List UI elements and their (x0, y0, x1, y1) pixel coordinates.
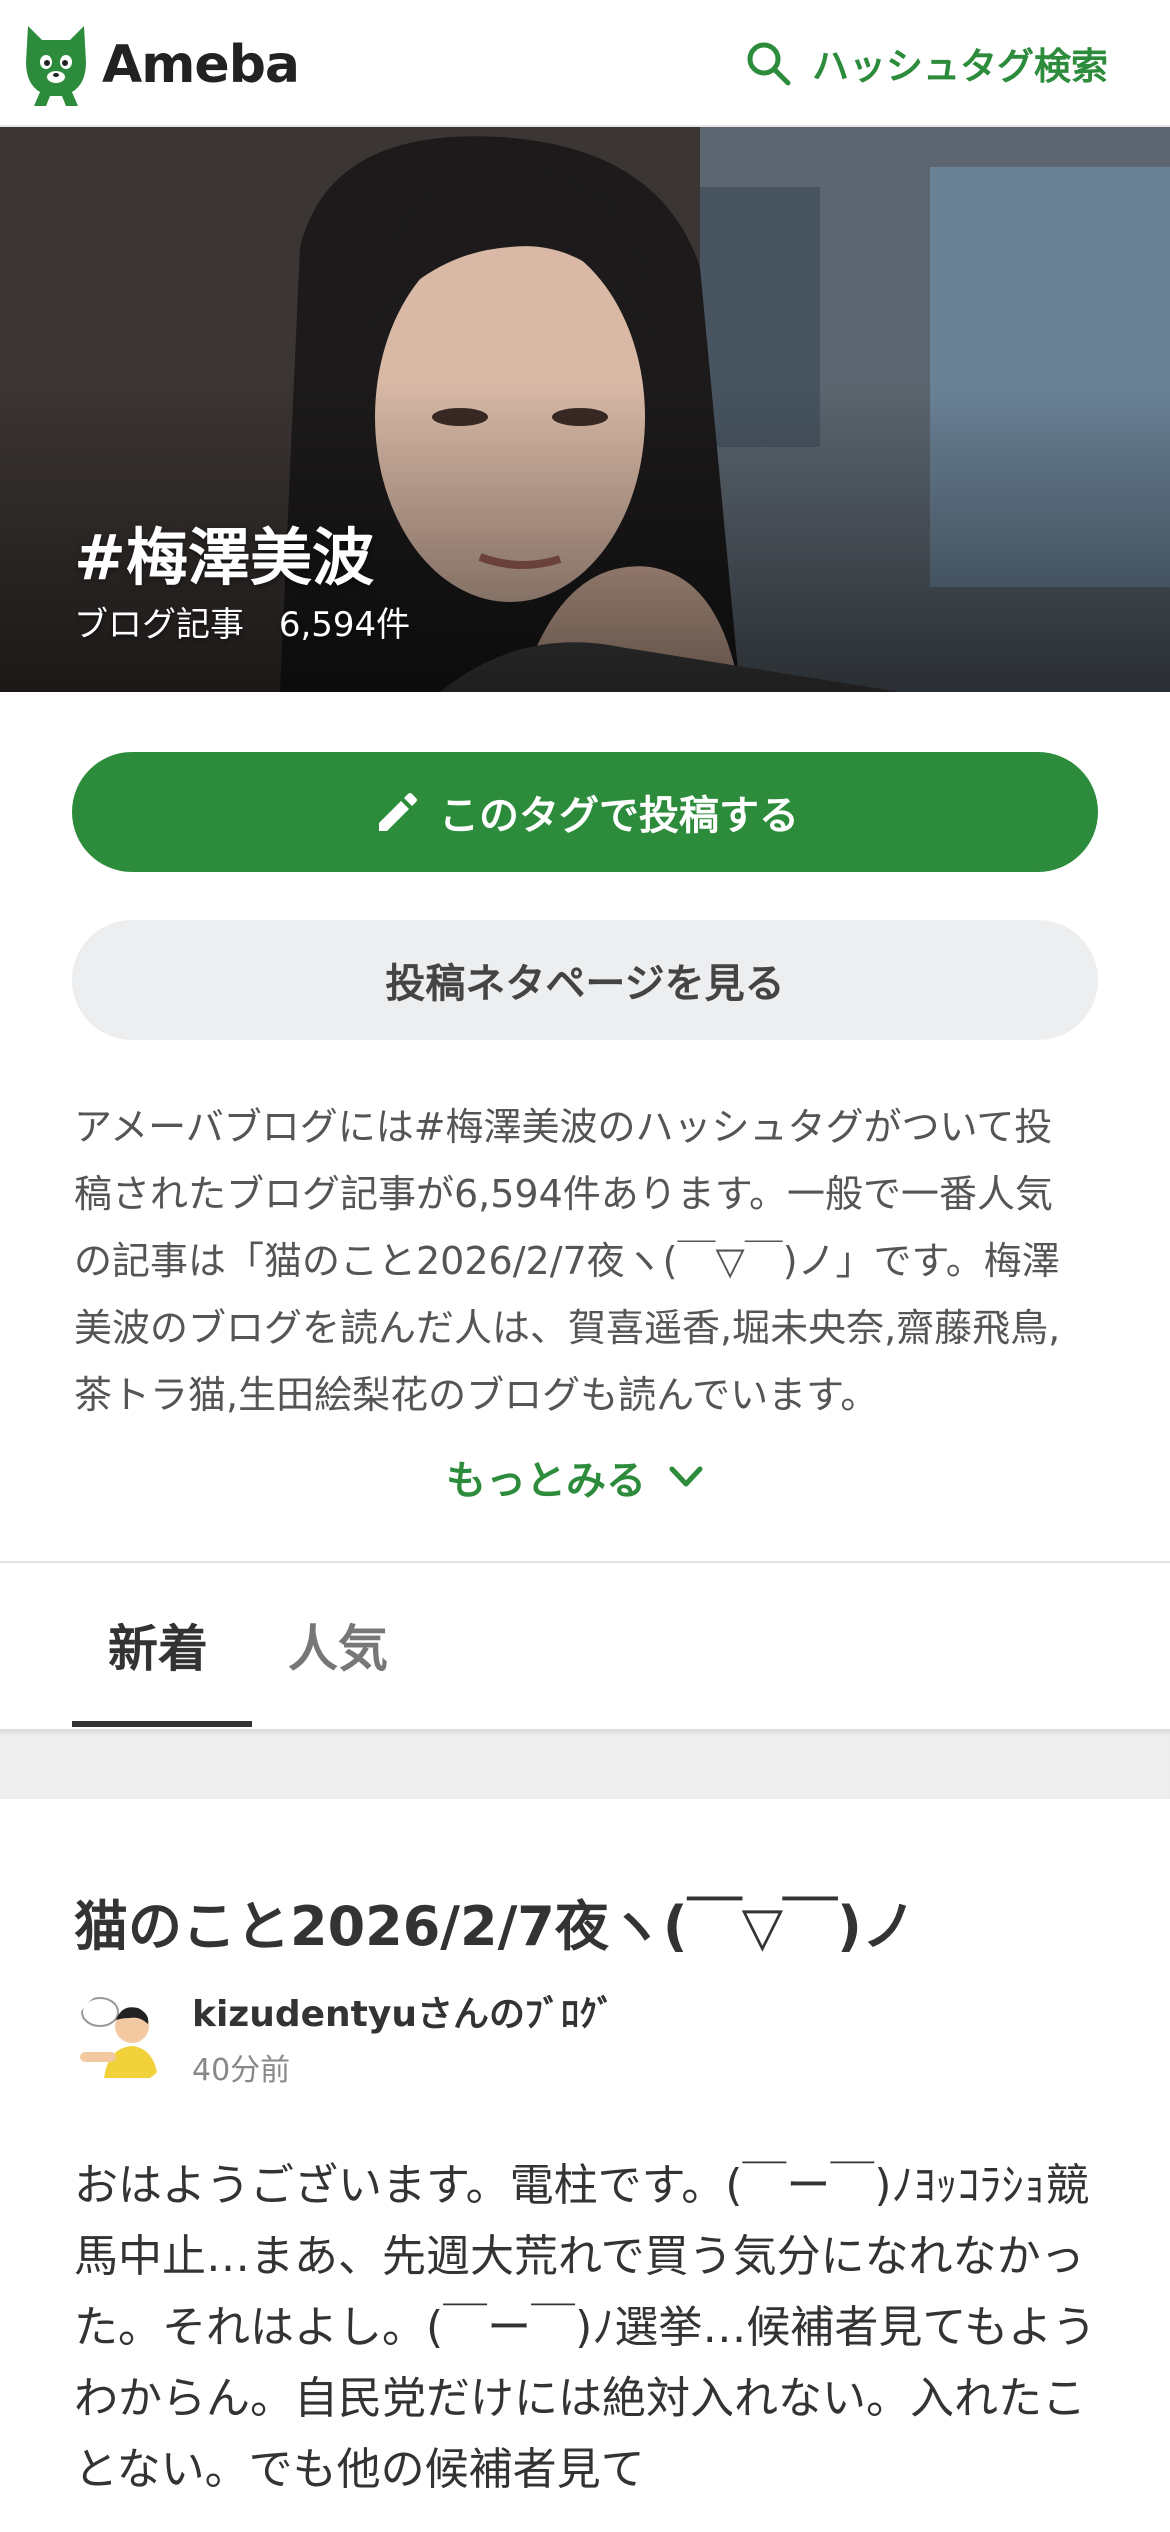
search-icon (747, 42, 791, 86)
tab-popular[interactable]: 人気 (288, 1609, 388, 1681)
post-with-tag-button[interactable]: このタグで投稿する (72, 752, 1098, 872)
show-more-label: もっとみる (446, 1458, 646, 1504)
article-count: ブログ記事 6,594件 (74, 597, 410, 646)
article-author[interactable]: kizudentyuさんのﾌﾞﾛｸﾞ 40分前 (74, 1985, 615, 2089)
section-divider (0, 1729, 1170, 1799)
author-meta: kizudentyuさんのﾌﾞﾛｸﾞ 40分前 (192, 1985, 615, 2089)
ameba-mascot-icon (26, 26, 86, 106)
author-name: kizudentyuさんのﾌﾞﾛｸﾞ (192, 1994, 615, 2035)
article-title[interactable]: 猫のこと2026/2/7夜ヽ(￣▽￣)ノ (74, 1882, 1104, 1961)
author-avatar (74, 1988, 172, 2086)
app-header: Ameba ハッシュタグ検索 (0, 0, 1170, 127)
hashtag-search-link[interactable]: ハッシュタグ検索 (744, 36, 1108, 90)
logo-text: Ameba (102, 35, 300, 95)
active-tab-indicator (72, 1721, 252, 1727)
hashtag-search-label: ハッシュタグ検索 (812, 45, 1108, 88)
tag-description: アメーバブログには#梅澤美波のハッシュタグがついて投稿されたブログ記事が6,59… (74, 1105, 1061, 1417)
show-more-button[interactable]: もっとみる (446, 1448, 706, 1506)
article-count-value: 6,594件 (278, 605, 411, 645)
view-topics-button[interactable]: 投稿ネタページを見る (72, 920, 1098, 1040)
tab-new[interactable]: 新着 (108, 1609, 208, 1681)
chevron-down-icon (669, 1466, 703, 1487)
pencil-icon (379, 793, 417, 831)
hashtag-title: #梅澤美波 (74, 521, 374, 594)
post-time: 40分前 (192, 2053, 291, 2088)
view-topics-label: 投稿ネタページを見る (385, 961, 785, 1007)
article-tabs: 新着 人気 (0, 1561, 1170, 1729)
excerpt-fade (930, 2465, 1170, 2532)
post-with-tag-label: このタグで投稿する (439, 793, 799, 839)
article-count-label: ブログ記事 (74, 605, 244, 645)
article-excerpt[interactable]: おはようございます。電柱です。(￣ー￣)ﾉﾖｯｺﾗｼｮ競馬中止…まあ、先週大荒れ… (74, 2150, 1104, 2505)
ameba-logo[interactable]: Ameba (22, 22, 300, 108)
hero-banner: #梅澤美波 ブログ記事 6,594件 (0, 127, 1170, 692)
